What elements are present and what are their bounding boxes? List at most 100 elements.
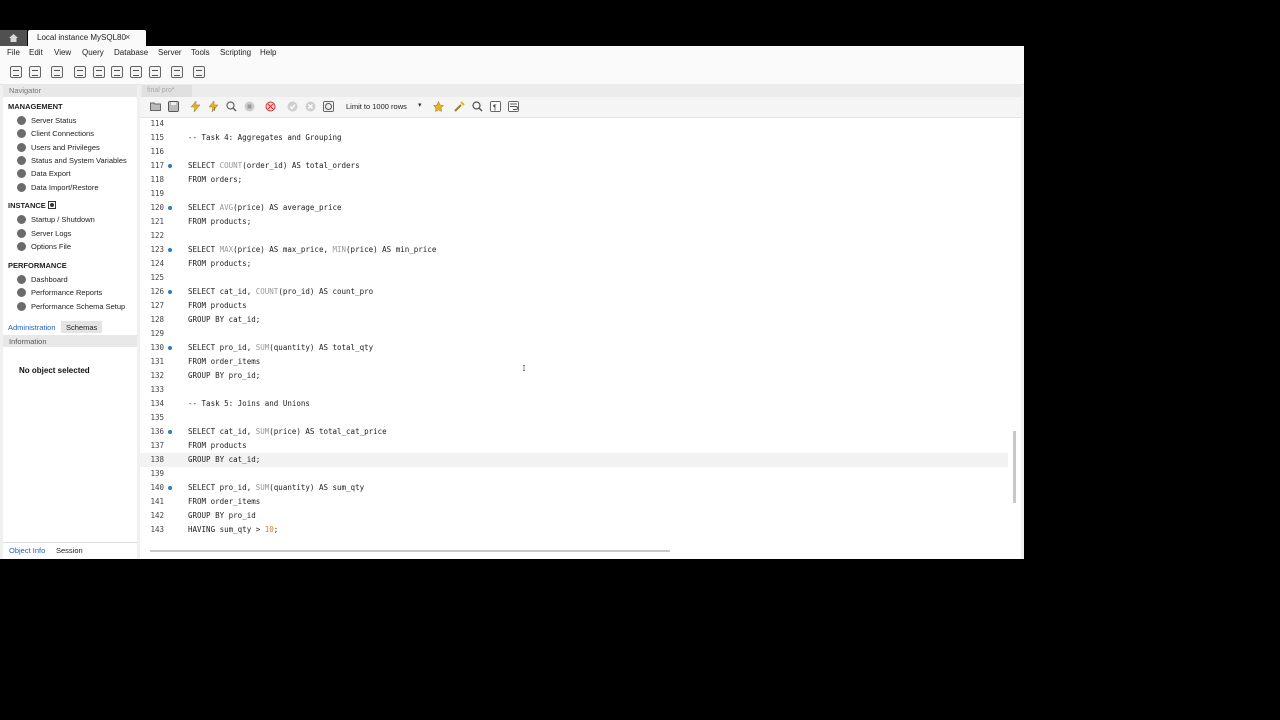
menu-tools[interactable]: Tools: [191, 48, 210, 57]
tab-administration[interactable]: Administration: [3, 321, 61, 333]
code-line[interactable]: 121 FROM products;: [140, 215, 1008, 229]
menu-database[interactable]: Database: [114, 48, 148, 57]
code-line[interactable]: 124 FROM products;: [140, 257, 1008, 271]
menu-server[interactable]: Server: [158, 48, 182, 57]
rollback-icon[interactable]: [305, 101, 316, 112]
code-line[interactable]: 137 FROM products: [140, 439, 1008, 453]
code-line[interactable]: 114: [140, 117, 1008, 131]
nav-item-label: Performance Schema Setup: [31, 302, 126, 311]
stop-icon[interactable]: [244, 101, 255, 112]
execute-icon[interactable]: [190, 101, 201, 112]
line-number: 123: [150, 245, 164, 254]
home-tab[interactable]: [0, 30, 27, 46]
code-line[interactable]: 128 GROUP BY cat_id;: [140, 313, 1008, 327]
commit-icon[interactable]: [287, 101, 298, 112]
code-line[interactable]: 136 SELECT cat_id, SUM(price) AS total_ca…: [140, 425, 1008, 439]
code-line[interactable]: 139: [140, 467, 1008, 481]
nav-item-label: Data Export: [31, 169, 71, 178]
code-line[interactable]: 127 FROM products: [140, 299, 1008, 313]
code-line[interactable]: 130 SELECT pro_id, SUM(quantity) AS total…: [140, 341, 1008, 355]
statement-marker-icon: [168, 486, 172, 490]
code-text: GROUP BY pro_id;: [188, 371, 261, 380]
invisible-chars-icon[interactable]: ¶: [490, 101, 501, 112]
menu-scripting[interactable]: Scripting: [220, 48, 251, 57]
tab-session[interactable]: Session: [56, 546, 83, 555]
horizontal-scrollbar[interactable]: [150, 550, 670, 552]
create-schema-icon[interactable]: [74, 66, 86, 78]
code-text: FROM orders;: [188, 175, 243, 184]
search-icon[interactable]: [472, 101, 483, 112]
nav-item-label: Startup / Shutdown: [31, 215, 95, 224]
reconnect-icon[interactable]: [193, 66, 205, 78]
search-table-data-icon[interactable]: [171, 66, 183, 78]
code-line[interactable]: 129: [140, 327, 1008, 341]
code-line[interactable]: 143 HAVING sum_qty > 10;: [140, 523, 1008, 537]
code-line[interactable]: 131 FROM order_items: [140, 355, 1008, 369]
line-number: 124: [150, 259, 164, 268]
tab-schemas[interactable]: Schemas: [61, 321, 103, 333]
save-icon[interactable]: [168, 101, 179, 112]
main-toolbar: [0, 60, 1024, 108]
code-line[interactable]: 142 GROUP BY pro_id: [140, 509, 1008, 523]
tab-final-pro[interactable]: final pro*: [142, 85, 192, 97]
word-wrap-icon[interactable]: [508, 101, 519, 112]
menu-help[interactable]: Help: [260, 48, 276, 57]
code-line[interactable]: 116: [140, 145, 1008, 159]
create-function-icon[interactable]: [149, 66, 161, 78]
create-view-icon[interactable]: [111, 66, 123, 78]
beautify-icon[interactable]: [433, 101, 444, 112]
startup-icon: [17, 215, 26, 224]
explain-icon[interactable]: [226, 101, 237, 112]
find-replace-icon[interactable]: [454, 101, 465, 112]
inspector-icon[interactable]: [51, 66, 63, 78]
code-line[interactable]: 120 SELECT AVG(price) AS average_price: [140, 201, 1008, 215]
open-sql-script-icon[interactable]: [29, 66, 41, 78]
code-line[interactable]: 122: [140, 229, 1008, 243]
menu-file[interactable]: File: [7, 48, 20, 57]
statement-marker-icon: [168, 164, 172, 168]
code-line[interactable]: 132 GROUP BY pro_id;: [140, 369, 1008, 383]
open-folder-icon[interactable]: [150, 101, 161, 112]
toggle-error-icon[interactable]: [265, 101, 276, 112]
code-line[interactable]: 115 -- Task 4: Aggregates and Grouping: [140, 131, 1008, 145]
code-line[interactable]: 123 SELECT MAX(price) AS max_price, MIN(p…: [140, 243, 1008, 257]
code-line[interactable]: 119: [140, 187, 1008, 201]
document-tab-bar: final pro*: [140, 84, 1021, 97]
code-line[interactable]: 140 SELECT pro_id, SUM(quantity) AS sum_q…: [140, 481, 1008, 495]
svg-text:¶: ¶: [493, 105, 497, 112]
autocommit-icon[interactable]: [323, 101, 334, 112]
create-table-icon[interactable]: [93, 66, 105, 78]
line-number: 132: [150, 371, 164, 380]
line-number: 119: [150, 189, 164, 198]
connection-tab[interactable]: Local instance MySQL80 ×: [28, 30, 146, 46]
create-procedure-icon[interactable]: [130, 66, 142, 78]
code-line[interactable]: 141 FROM order_items: [140, 495, 1008, 509]
warning-icon: [17, 229, 26, 238]
code-line[interactable]: 117 SELECT COUNT(order_id) AS total_order…: [140, 159, 1008, 173]
line-number: 127: [150, 301, 164, 310]
code-line[interactable]: 138 GROUP BY cat_id;: [140, 453, 1008, 467]
code-line[interactable]: 133: [140, 383, 1008, 397]
code-line[interactable]: 134 -- Task 5: Joins and Unions: [140, 397, 1008, 411]
line-number: 135: [150, 413, 164, 422]
menu-query[interactable]: Query: [82, 48, 104, 57]
tab-object-info[interactable]: Object Info: [9, 546, 45, 555]
svg-text:I: I: [214, 107, 215, 112]
management-section-title: MANAGEMENT: [8, 102, 63, 111]
code-line[interactable]: 125: [140, 271, 1008, 285]
limit-rows-select[interactable]: Limit to 1000 rows: [346, 102, 407, 111]
menu-view[interactable]: View: [54, 48, 71, 57]
chevron-down-icon[interactable]: ▾: [418, 101, 422, 109]
menu-edit[interactable]: Edit: [29, 48, 43, 57]
code-editor[interactable]: 114 115 -- Task 4: Aggregates and Grouping…: [140, 117, 1010, 539]
close-icon[interactable]: ×: [125, 32, 130, 42]
code-line[interactable]: 126 SELECT cat_id, COUNT(pro_id) AS count…: [140, 285, 1008, 299]
line-number: 133: [150, 385, 164, 394]
code-line[interactable]: 118 FROM orders;: [140, 173, 1008, 187]
new-sql-tab-icon[interactable]: [10, 66, 22, 78]
vertical-scrollbar[interactable]: [1013, 431, 1016, 503]
code-text: FROM products;: [188, 217, 252, 226]
execute-current-icon[interactable]: I: [208, 101, 219, 112]
code-line[interactable]: 135: [140, 411, 1008, 425]
line-number: 141: [150, 497, 164, 506]
